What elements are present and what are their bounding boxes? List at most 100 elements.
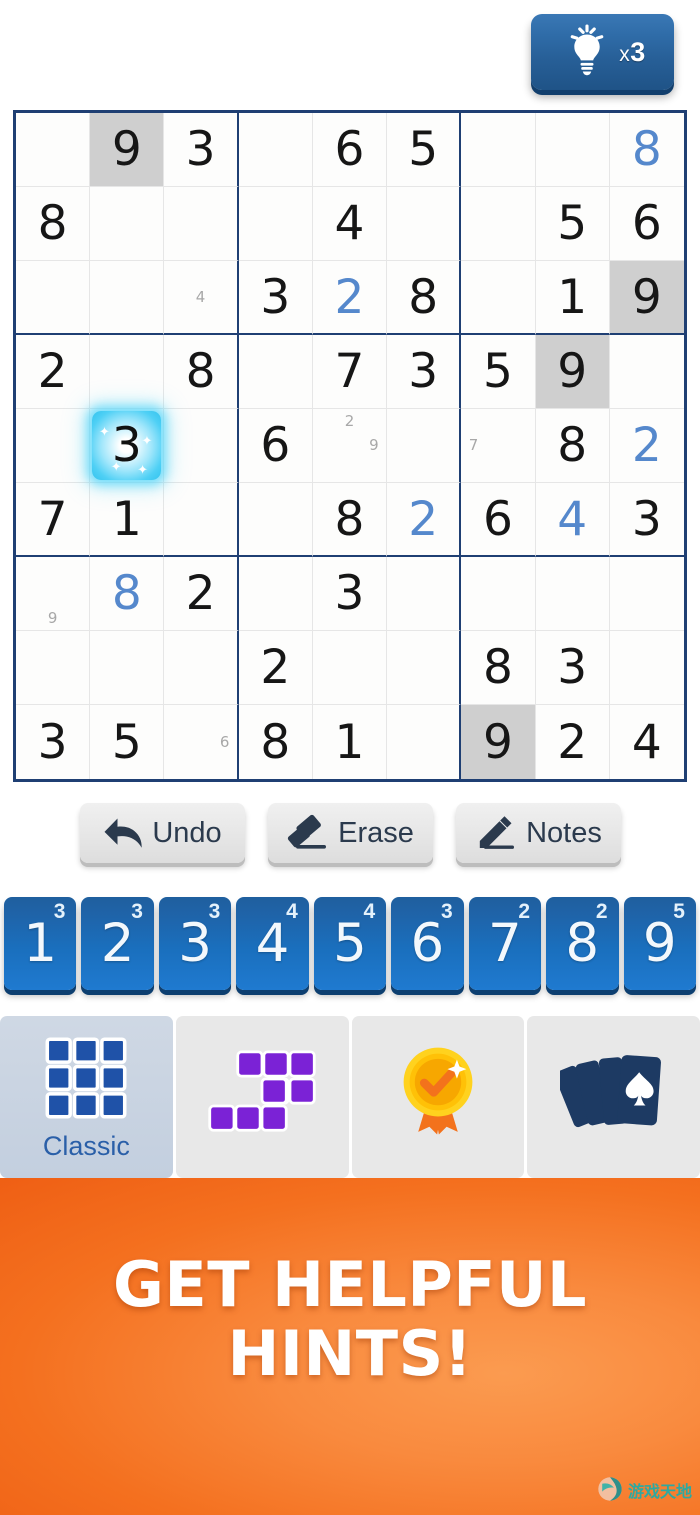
sudoku-cell-r8c4[interactable]: 2 xyxy=(238,631,313,705)
sudoku-cell-r8c6[interactable] xyxy=(387,631,462,705)
sudoku-cell-r7c4[interactable] xyxy=(238,557,313,631)
sudoku-cell-r5c2[interactable]: 3 ✦ ✦ ✦ ✦ xyxy=(90,409,165,483)
sudoku-cell-r6c7[interactable]: 6 xyxy=(461,483,536,557)
sudoku-cell-r4c2[interactable] xyxy=(90,335,165,409)
sudoku-cell-r7c7[interactable] xyxy=(461,557,536,631)
sudoku-cell-r5c6[interactable] xyxy=(387,409,462,483)
sudoku-cell-r1c1[interactable] xyxy=(16,113,91,187)
sudoku-cell-r4c1[interactable]: 2 xyxy=(16,335,91,409)
sudoku-cell-r8c1[interactable] xyxy=(16,631,91,705)
numpad-button-8[interactable]: 28 xyxy=(546,897,619,990)
sudoku-cell-r3c1[interactable] xyxy=(16,261,91,335)
sudoku-cell-r4c7[interactable]: 5 xyxy=(461,335,536,409)
sudoku-cell-r2c8[interactable]: 5 xyxy=(535,187,610,261)
sudoku-cell-r9c8[interactable]: 2 xyxy=(535,705,610,779)
sudoku-cell-r3c7[interactable] xyxy=(461,261,536,335)
sudoku-cell-r4c4[interactable] xyxy=(238,335,313,409)
numpad-button-4[interactable]: 44 xyxy=(236,897,309,990)
sudoku-cell-r8c9[interactable] xyxy=(609,631,684,705)
sudoku-cell-r6c3[interactable] xyxy=(164,483,239,557)
sudoku-cell-r1c7[interactable] xyxy=(461,113,536,187)
sudoku-cell-r9c7[interactable]: 9 xyxy=(461,705,536,779)
sudoku-cell-r8c7[interactable]: 8 xyxy=(461,631,536,705)
sudoku-cell-r7c9[interactable] xyxy=(609,557,684,631)
sudoku-cell-r5c4[interactable]: 6 xyxy=(238,409,313,483)
sudoku-cell-r7c3[interactable]: 2 xyxy=(164,557,239,631)
sudoku-cell-r7c1[interactable]: 9 xyxy=(16,557,91,631)
numpad-button-5[interactable]: 45 xyxy=(313,897,387,990)
numpad-button-2[interactable]: 32 xyxy=(81,897,154,990)
sudoku-cell-r3c9[interactable]: 9 xyxy=(609,261,684,335)
sudoku-cell-r2c5[interactable]: 4 xyxy=(312,187,388,261)
sudoku-cell-r1c6[interactable]: 5 xyxy=(387,113,462,187)
sudoku-cell-r6c1[interactable]: 7 xyxy=(16,483,91,557)
sudoku-cell-r2c2[interactable] xyxy=(90,187,165,261)
tab-cards[interactable] xyxy=(527,1016,700,1178)
sudoku-cell-r8c3[interactable] xyxy=(164,631,239,705)
sudoku-cell-r7c5[interactable]: 3 xyxy=(312,557,388,631)
sudoku-cell-r9c1[interactable]: 3 xyxy=(16,705,91,779)
sudoku-cell-r2c9[interactable]: 6 xyxy=(609,187,684,261)
sudoku-cell-r5c5[interactable]: 29 xyxy=(312,409,388,483)
sudoku-cell-r8c5[interactable] xyxy=(312,631,388,705)
notes-button[interactable]: Notes xyxy=(455,803,621,863)
sudoku-cell-r1c2[interactable]: 9 xyxy=(90,113,165,187)
sudoku-cell-r6c4[interactable] xyxy=(238,483,313,557)
sudoku-cell-r9c9[interactable]: 4 xyxy=(609,705,684,779)
sudoku-grid[interactable]: 9 3 6 5 8 8 4 5 6 4 3 2 8 1 9 2 8 7 3 5 9 3 ✦ ✦ ✦ ✦ 6 2 9 7 8 2 7 1 8 2 6 4 3 9… xyxy=(13,110,687,782)
sudoku-cell-r7c8[interactable] xyxy=(535,557,610,631)
sudoku-cell-r5c8[interactable]: 8 xyxy=(535,409,610,483)
sudoku-cell-r6c6[interactable]: 2 xyxy=(387,483,462,557)
sudoku-cell-r8c2[interactable] xyxy=(90,631,165,705)
sudoku-cell-r6c9[interactable]: 3 xyxy=(609,483,684,557)
numpad-button-9[interactable]: 59 xyxy=(623,897,696,990)
tab-achievements[interactable] xyxy=(351,1016,525,1178)
erase-button[interactable]: Erase xyxy=(267,803,433,863)
sudoku-cell-r3c5[interactable]: 2 xyxy=(312,261,388,335)
sudoku-cell-r3c3[interactable]: 4 xyxy=(164,261,239,335)
sudoku-cell-r4c6[interactable]: 3 xyxy=(387,335,462,409)
sudoku-cell-r7c2[interactable]: 8 xyxy=(90,557,165,631)
hint-button[interactable]: x3 xyxy=(531,14,674,90)
sudoku-cell-r1c3[interactable]: 3 xyxy=(164,113,239,187)
numpad-button-7[interactable]: 27 xyxy=(468,897,542,990)
sudoku-cell-r2c1[interactable]: 8 xyxy=(16,187,91,261)
sudoku-cell-r4c8[interactable]: 9 xyxy=(535,335,610,409)
sudoku-cell-r3c8[interactable]: 1 xyxy=(535,261,610,335)
sudoku-cell-r3c6[interactable]: 8 xyxy=(387,261,462,335)
sudoku-cell-r3c4[interactable]: 3 xyxy=(238,261,313,335)
sudoku-cell-r2c7[interactable] xyxy=(461,187,536,261)
sudoku-cell-r2c3[interactable] xyxy=(164,187,239,261)
sudoku-cell-r2c6[interactable] xyxy=(387,187,462,261)
sudoku-cell-r2c4[interactable] xyxy=(238,187,313,261)
sudoku-cell-r6c5[interactable]: 8 xyxy=(312,483,388,557)
promo-banner[interactable]: GET HELPFUL HINTS! 游戏天地 xyxy=(0,1178,700,1515)
sudoku-cell-r1c4[interactable] xyxy=(238,113,313,187)
sudoku-cell-r8c8[interactable]: 3 xyxy=(535,631,610,705)
sudoku-cell-r1c9[interactable]: 8 xyxy=(609,113,684,187)
sudoku-cell-r3c2[interactable] xyxy=(90,261,165,335)
sudoku-cell-r5c7[interactable]: 7 xyxy=(461,409,536,483)
sudoku-cell-r7c6[interactable] xyxy=(387,557,462,631)
numpad-button-3[interactable]: 33 xyxy=(158,897,232,990)
tab-block-puzzle[interactable] xyxy=(175,1016,349,1178)
sudoku-cell-r1c5[interactable]: 6 xyxy=(312,113,388,187)
sudoku-cell-r9c4[interactable]: 8 xyxy=(238,705,313,779)
tab-classic[interactable]: Classic xyxy=(0,1016,173,1178)
sudoku-cell-r4c5[interactable]: 7 xyxy=(312,335,388,409)
numpad-button-6[interactable]: 36 xyxy=(391,897,464,990)
sudoku-cell-r5c1[interactable] xyxy=(16,409,91,483)
sudoku-cell-r6c2[interactable]: 1 xyxy=(90,483,165,557)
sudoku-cell-r9c3[interactable]: 6 xyxy=(164,705,239,779)
sudoku-cell-r1c8[interactable] xyxy=(535,113,610,187)
numpad-button-1[interactable]: 31 xyxy=(4,897,77,990)
sudoku-cell-r5c9[interactable]: 2 xyxy=(609,409,684,483)
sudoku-cell-r9c6[interactable] xyxy=(387,705,462,779)
sudoku-cell-r6c8[interactable]: 4 xyxy=(535,483,610,557)
undo-button[interactable]: Undo xyxy=(79,803,245,863)
sudoku-cell-r5c3[interactable] xyxy=(164,409,239,483)
sudoku-cell-r9c2[interactable]: 5 xyxy=(90,705,165,779)
sudoku-cell-r4c3[interactable]: 8 xyxy=(164,335,239,409)
sudoku-cell-r9c5[interactable]: 1 xyxy=(312,705,388,779)
sudoku-cell-r4c9[interactable] xyxy=(609,335,684,409)
